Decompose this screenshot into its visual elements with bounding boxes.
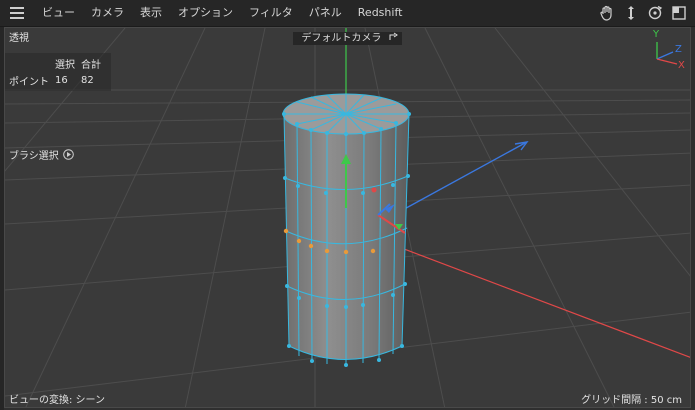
- view-transform-label: ビューの変換: シーン: [9, 395, 106, 406]
- hand-icon[interactable]: [597, 3, 617, 23]
- menu-redshift[interactable]: Redshift: [350, 0, 411, 26]
- tool-options-icon[interactable]: [63, 149, 74, 160]
- grid-spacing-label: グリッド間隔 : 50 cm: [581, 395, 682, 406]
- hamburger-menu-icon[interactable]: [0, 0, 34, 26]
- rotate-icon[interactable]: [645, 3, 665, 23]
- maximize-icon[interactable]: [669, 3, 689, 23]
- stats-selected-count: 16: [55, 75, 68, 86]
- world-x-axis: [374, 237, 690, 358]
- camera-selector[interactable]: デフォルトカメラ: [5, 29, 690, 45]
- point-stats-panel: 選択 合計 ポイント 16 82: [5, 53, 111, 91]
- 3d-viewport[interactable]: Y Z X 透視 デフォルトカメラ 選択 合計 ポイント 16 82 ブラシ選択…: [4, 27, 691, 408]
- cylinder-object: [282, 93, 411, 367]
- stats-total-count: 82: [81, 75, 94, 86]
- tool-label[interactable]: ブラシ選択: [9, 147, 74, 162]
- menu-camera[interactable]: カメラ: [83, 0, 132, 26]
- menu-display[interactable]: 表示: [132, 0, 170, 26]
- viewport-menubar: ビュー カメラ 表示 オプション フィルタ パネル Redshift: [0, 0, 695, 27]
- cinema4d-viewport-window: ビュー カメラ 表示 オプション フィルタ パネル Redshift Y Z X…: [0, 0, 695, 410]
- menu-view[interactable]: ビュー: [34, 0, 83, 26]
- camera-name: デフォルトカメラ: [297, 32, 386, 45]
- move-arrows-icon[interactable]: [621, 3, 641, 23]
- camera-link-icon: [389, 32, 398, 40]
- menu-panel[interactable]: パネル: [301, 0, 350, 26]
- menu-options[interactable]: オプション: [170, 0, 241, 26]
- axis-x-label: X: [678, 60, 685, 71]
- stats-selected-header: 選択: [55, 60, 75, 71]
- menu-filter[interactable]: フィルタ: [241, 0, 301, 26]
- stats-total-header: 合計: [81, 60, 101, 71]
- axis-z-label: Z: [675, 44, 682, 55]
- axis-indicator: [656, 42, 678, 65]
- tool-name: ブラシ選択: [9, 151, 59, 162]
- stats-row-points: ポイント: [9, 77, 49, 88]
